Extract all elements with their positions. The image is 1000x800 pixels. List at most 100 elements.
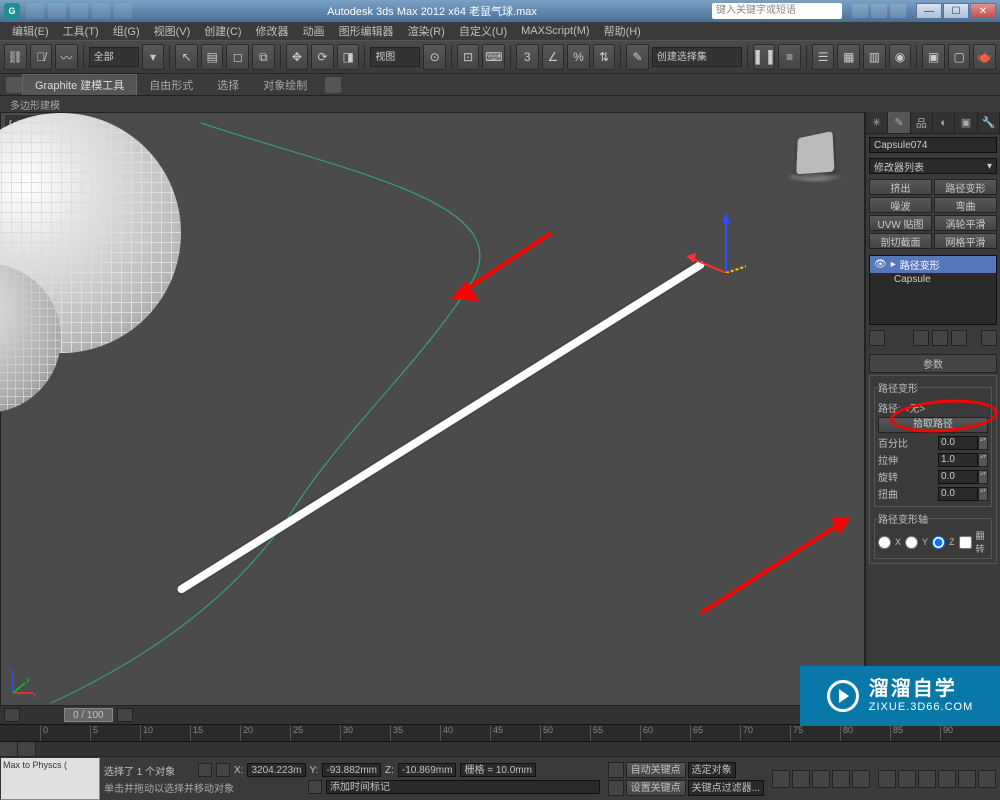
- menu-rendering[interactable]: 渲染(R): [402, 23, 451, 39]
- axis-y-radio[interactable]: [905, 536, 918, 549]
- snap-icon[interactable]: 3: [516, 44, 539, 70]
- timeslider-next-icon[interactable]: [117, 708, 133, 722]
- schematic-icon[interactable]: ▥: [863, 44, 886, 70]
- coord-y[interactable]: -93.882mm: [322, 763, 381, 777]
- nav-zoom-icon[interactable]: [898, 770, 916, 788]
- keyboard-icon[interactable]: ⌨: [482, 44, 505, 70]
- minimize-button[interactable]: —: [916, 3, 942, 19]
- help-icon[interactable]: [890, 4, 906, 18]
- app-icon[interactable]: G: [4, 3, 20, 19]
- eye-icon[interactable]: 👁: [874, 259, 887, 270]
- favorite-icon[interactable]: [871, 4, 887, 18]
- unlink-icon[interactable]: ⛓̸: [30, 44, 53, 70]
- prev-frame-icon[interactable]: [792, 770, 810, 788]
- track-bar[interactable]: [0, 742, 1000, 756]
- ribbon-tab-objectpaint[interactable]: 对象绘制: [251, 75, 319, 95]
- time-tag-field[interactable]: 添加时间标记: [326, 780, 600, 794]
- ribbon-expand-icon[interactable]: [6, 77, 22, 93]
- qat-redo-icon[interactable]: [114, 3, 132, 19]
- render-frame-icon[interactable]: ▢: [948, 44, 971, 70]
- filter-icon[interactable]: ▾: [142, 44, 165, 70]
- select-name-icon[interactable]: ▤: [201, 44, 224, 70]
- goto-end-icon[interactable]: [852, 770, 870, 788]
- modifier-stack[interactable]: 👁▸路径变形 Capsule: [869, 255, 997, 325]
- qat-new-icon[interactable]: [26, 3, 44, 19]
- timeslider-prev-icon[interactable]: [4, 708, 20, 722]
- timetag-icon[interactable]: [308, 780, 322, 794]
- menu-create[interactable]: 创建(C): [198, 23, 247, 39]
- scale-icon[interactable]: ◨: [337, 44, 360, 70]
- mirror-icon[interactable]: ▌▐: [753, 44, 776, 70]
- nav-maximize-icon[interactable]: [978, 770, 996, 788]
- qat-undo-icon[interactable]: [92, 3, 110, 19]
- move-icon[interactable]: ✥: [286, 44, 309, 70]
- next-frame-icon[interactable]: [832, 770, 850, 788]
- rotate-spinner[interactable]: ▴▾: [978, 470, 988, 484]
- menu-view[interactable]: 视图(V): [148, 23, 197, 39]
- stack-item-capsule[interactable]: Capsule: [870, 273, 996, 286]
- menu-maxscript[interactable]: MAXScript(M): [515, 25, 595, 37]
- render-setup-icon[interactable]: ▣: [922, 44, 945, 70]
- trackbar-filter-icon[interactable]: [18, 742, 36, 756]
- play-icon[interactable]: [812, 770, 830, 788]
- ribbon-tab-selection[interactable]: 选择: [205, 75, 251, 95]
- preset-slice[interactable]: 剖切截面: [869, 233, 932, 249]
- ref-coord-select[interactable]: 视图: [370, 47, 420, 67]
- preset-meshsmooth[interactable]: 网格平滑: [934, 233, 997, 249]
- rotate-icon[interactable]: ⟳: [311, 44, 334, 70]
- align-icon[interactable]: ≡: [778, 44, 801, 70]
- bind-spacewarp-icon[interactable]: 〰: [55, 44, 78, 70]
- flip-checkbox[interactable]: [959, 536, 972, 549]
- preset-turbosmooth[interactable]: 涡轮平滑: [934, 215, 997, 231]
- key-mode-icon[interactable]: [608, 762, 624, 778]
- preset-uvwmap[interactable]: UVW 贴图: [869, 215, 932, 231]
- set-key-icon[interactable]: [608, 780, 624, 796]
- stretch-input[interactable]: [938, 453, 978, 467]
- search-input[interactable]: 键入关键字或短语: [712, 3, 842, 19]
- pick-path-button[interactable]: 拾取路径: [878, 417, 988, 433]
- key-target-select[interactable]: 选定对象: [688, 762, 736, 778]
- goto-start-icon[interactable]: [772, 770, 790, 788]
- twist-spinner[interactable]: ▴▾: [978, 487, 988, 501]
- set-key-button[interactable]: 设置关键点: [626, 780, 686, 796]
- trackbar-toggle-icon[interactable]: [0, 742, 18, 756]
- twist-input[interactable]: [938, 487, 978, 501]
- axis-z-radio[interactable]: [932, 536, 945, 549]
- info-center-icon[interactable]: [852, 4, 868, 18]
- preset-extrude[interactable]: 挤出: [869, 179, 932, 195]
- qat-open-icon[interactable]: [48, 3, 66, 19]
- rotate-input[interactable]: [938, 470, 978, 484]
- object-name-field[interactable]: Capsule074: [869, 137, 997, 153]
- auto-key-button[interactable]: 自动关键点: [626, 762, 686, 778]
- ribbon-panel-label[interactable]: 多边形建模: [0, 96, 1000, 112]
- material-editor-icon[interactable]: ◉: [889, 44, 912, 70]
- tab-utilities-icon[interactable]: 🔧: [978, 112, 1000, 133]
- preset-bend[interactable]: 弯曲: [934, 197, 997, 213]
- coord-z[interactable]: -10.869mm: [398, 763, 457, 777]
- editnamedsel-icon[interactable]: ✎: [626, 44, 649, 70]
- tab-display-icon[interactable]: ▣: [955, 112, 977, 133]
- spinner-snap-icon[interactable]: ⇅: [593, 44, 616, 70]
- tab-modify-icon[interactable]: ✎: [888, 112, 910, 133]
- expand-icon[interactable]: ▸: [891, 259, 896, 270]
- nav-fov-icon[interactable]: [938, 770, 956, 788]
- menu-help[interactable]: 帮助(H): [598, 23, 647, 39]
- lock-selection-icon[interactable]: [198, 763, 212, 777]
- select-region-icon[interactable]: ◻: [226, 44, 249, 70]
- show-endresult-icon[interactable]: [913, 330, 929, 346]
- stack-item-pathdeform[interactable]: 👁▸路径变形: [870, 256, 996, 273]
- remove-mod-icon[interactable]: [951, 330, 967, 346]
- key-filter-button[interactable]: 关键点过滤器...: [688, 780, 764, 796]
- percent-spinner[interactable]: ▴▾: [978, 436, 988, 450]
- angle-snap-icon[interactable]: ∠: [542, 44, 565, 70]
- selection-scope-select[interactable]: 全部: [89, 47, 139, 67]
- maximize-button[interactable]: ☐: [943, 3, 969, 19]
- menu-modifiers[interactable]: 修改器: [250, 23, 295, 39]
- qat-save-icon[interactable]: [70, 3, 88, 19]
- pivot-icon[interactable]: ⊙: [423, 44, 446, 70]
- script-listener[interactable]: Max to Physcs (: [0, 757, 100, 800]
- render-icon[interactable]: 🫖: [973, 44, 996, 70]
- percent-snap-icon[interactable]: %: [567, 44, 590, 70]
- menu-customize[interactable]: 自定义(U): [453, 23, 513, 39]
- close-button[interactable]: ✕: [970, 3, 996, 19]
